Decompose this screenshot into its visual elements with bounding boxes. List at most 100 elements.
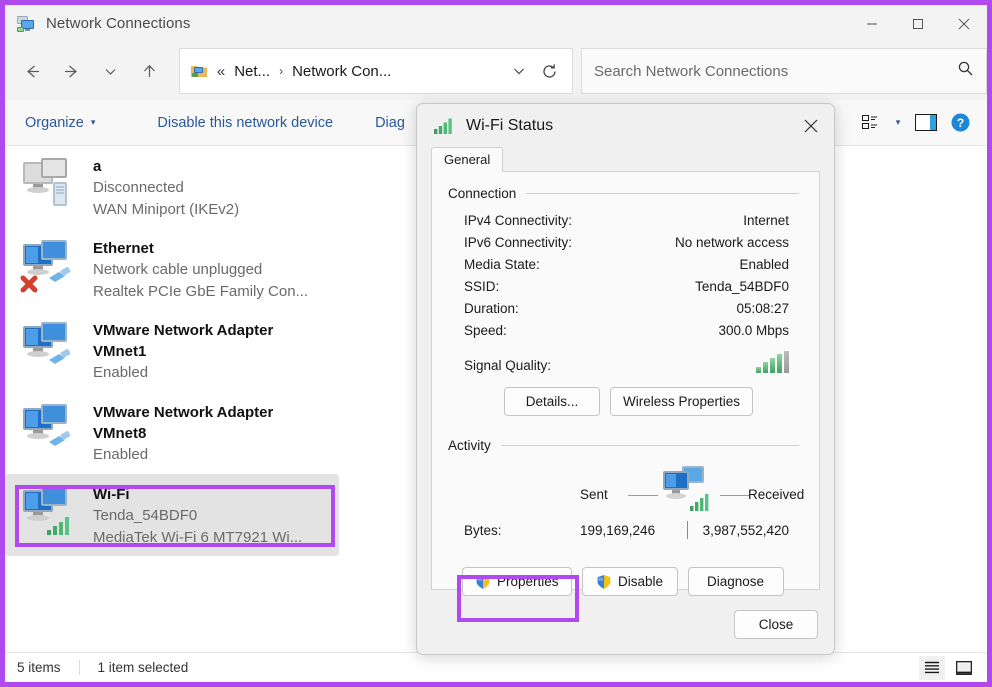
- organize-button[interactable]: Organize ▾: [15, 106, 105, 140]
- network-connections-icon: [16, 14, 36, 34]
- back-arrow-icon[interactable]: [13, 51, 52, 91]
- view-options-caret-icon[interactable]: ▾: [887, 106, 909, 140]
- details-button[interactable]: Details...: [504, 387, 600, 416]
- disable-button[interactable]: Disable: [581, 567, 678, 596]
- signal-quality-row: Signal Quality:: [448, 341, 803, 373]
- ssid-label: SSID:: [464, 278, 500, 294]
- status-item-count: 5 items: [17, 660, 61, 675]
- disable-label: Disable: [618, 574, 664, 589]
- breadcrumb-segment-1[interactable]: Net...: [234, 63, 270, 80]
- connection-device: Enabled: [93, 364, 149, 381]
- wifi-adapter-icon: [19, 484, 81, 546]
- minimize-icon[interactable]: [849, 5, 895, 42]
- window-controls: [849, 5, 987, 42]
- search-input[interactable]: Search Network Connections: [580, 48, 987, 94]
- group-divider: [526, 193, 799, 194]
- breadcrumb-overflow[interactable]: «: [217, 63, 225, 80]
- up-arrow-icon[interactable]: [130, 51, 169, 91]
- network-activity-icon: [660, 463, 716, 515]
- search-icon[interactable]: [957, 60, 974, 82]
- connection-device: MediaTek Wi-Fi 6 MT7921 Wi...: [93, 529, 303, 546]
- ssid-value: Tenda_54BDF0: [695, 278, 789, 294]
- connection-device: Enabled: [93, 446, 149, 463]
- list-item-text: Ethernet Network cable unplugged Realtek…: [93, 238, 308, 303]
- connection-device: WAN Miniport (IKEv2): [93, 201, 240, 218]
- address-bar[interactable]: « Net... › Network Con...: [178, 48, 573, 94]
- ethernet-adapter-icon: [19, 320, 81, 382]
- dialog-body: Connection IPv4 Connectivity: Internet I…: [431, 172, 820, 622]
- uac-shield-icon: [596, 574, 612, 590]
- media-state-label: Media State:: [464, 256, 540, 272]
- window-titlebar: Network Connections: [5, 5, 987, 42]
- navigation-bar: « Net... › Network Con... Search Network…: [5, 42, 987, 100]
- ipv6-connectivity-label: IPv6 Connectivity:: [464, 234, 573, 250]
- chevron-down-icon: ▾: [90, 117, 96, 127]
- command-bar-right: ▾ ?: [853, 106, 987, 140]
- signal-quality-label: Signal Quality:: [464, 358, 552, 373]
- breadcrumb-separator: ›: [279, 64, 284, 78]
- organize-label: Organize: [25, 114, 84, 131]
- list-item-text: VMware Network Adapter VMnet8 Enabled: [93, 402, 273, 466]
- activity-graphic: Sent Received: [448, 461, 805, 517]
- folder-network-icon: [190, 62, 208, 80]
- close-dialog-button[interactable]: Close: [734, 609, 818, 639]
- details-view-icon[interactable]: [919, 655, 945, 680]
- activity-group-header: Activity: [448, 438, 803, 453]
- preview-pane-icon[interactable]: [909, 106, 943, 140]
- connection-status: Disconnected: [93, 179, 184, 196]
- network-adapter-disabled-icon: [19, 156, 81, 218]
- status-selection-count: 1 item selected: [78, 660, 188, 675]
- ipv6-connectivity-value: No network access: [674, 234, 789, 250]
- network-connections-window: Network Connections « Net... › Network C…: [0, 0, 992, 687]
- group-divider: [500, 445, 799, 446]
- tab-general[interactable]: General: [431, 147, 504, 172]
- list-item-wifi[interactable]: Wi-Fi Tenda_54BDF0 MediaTek Wi-Fi 6 MT79…: [5, 474, 339, 556]
- close-icon[interactable]: [788, 104, 834, 147]
- duration-row: Duration: 05:08:27: [448, 297, 803, 319]
- help-icon[interactable]: ?: [943, 106, 977, 140]
- dialog-footer: Close: [417, 594, 834, 654]
- list-item-text: a Disconnected WAN Miniport (IKEv2): [93, 156, 239, 221]
- signal-strength-icon: [756, 351, 789, 373]
- forward-arrow-icon[interactable]: [52, 51, 91, 91]
- close-icon[interactable]: [941, 5, 987, 42]
- speed-row: Speed: 300.0 Mbps: [448, 319, 803, 341]
- dialog-action-buttons-wrap: Properties Disable Diagnose: [448, 567, 803, 622]
- properties-label: Properties: [497, 574, 559, 589]
- disable-network-device-button[interactable]: Disable this network device: [147, 106, 343, 140]
- activity-group-label: Activity: [448, 438, 491, 453]
- properties-button[interactable]: Properties: [462, 567, 572, 596]
- connection-status: VMnet1: [93, 343, 147, 360]
- view-options-icon[interactable]: [853, 106, 887, 140]
- ipv6-connectivity-row: IPv6 Connectivity: No network access: [448, 231, 803, 253]
- refresh-icon[interactable]: [534, 56, 566, 86]
- connection-name: Wi-Fi: [93, 486, 130, 503]
- diagnose-button[interactable]: Diag: [365, 106, 415, 140]
- connection-name: a: [93, 158, 102, 175]
- bytes-row: Bytes: 199,169,246 3,987,552,420: [448, 519, 803, 541]
- wireless-properties-button[interactable]: Wireless Properties: [610, 387, 754, 416]
- connection-device: Realtek PCIe GbE Family Con...: [93, 283, 309, 300]
- speed-label: Speed:: [464, 322, 507, 338]
- connection-status: Network cable unplugged: [93, 261, 263, 278]
- bytes-label: Bytes:: [464, 522, 502, 538]
- media-state-value: Enabled: [739, 256, 789, 272]
- address-dropdown-icon[interactable]: [504, 56, 534, 86]
- ipv4-connectivity-row: IPv4 Connectivity: Internet: [448, 209, 803, 231]
- status-bar: 5 items 1 item selected: [5, 652, 987, 682]
- list-item-text: Wi-Fi Tenda_54BDF0 MediaTek Wi-Fi 6 MT79…: [93, 484, 302, 549]
- breadcrumb-segment-2[interactable]: Network Con...: [292, 63, 391, 80]
- connection-name: Ethernet: [93, 240, 154, 257]
- received-label: Received: [748, 487, 805, 502]
- large-icons-view-icon[interactable]: [951, 656, 977, 680]
- maximize-icon[interactable]: [895, 5, 941, 42]
- uac-shield-icon: [475, 574, 491, 590]
- speed-value: 300.0 Mbps: [718, 322, 789, 338]
- chevron-down-icon[interactable]: [91, 51, 130, 91]
- diagnose-button[interactable]: Diagnose: [687, 567, 784, 596]
- list-item-text: VMware Network Adapter VMnet1 Enabled: [93, 320, 273, 384]
- connection-status: VMnet8: [93, 425, 147, 442]
- wifi-status-dialog: Wi-Fi Status General Connection IPv4 Con…: [416, 103, 835, 655]
- dialog-action-buttons: Properties Disable Diagnose: [448, 567, 803, 596]
- wifi-signal-icon: [433, 117, 455, 135]
